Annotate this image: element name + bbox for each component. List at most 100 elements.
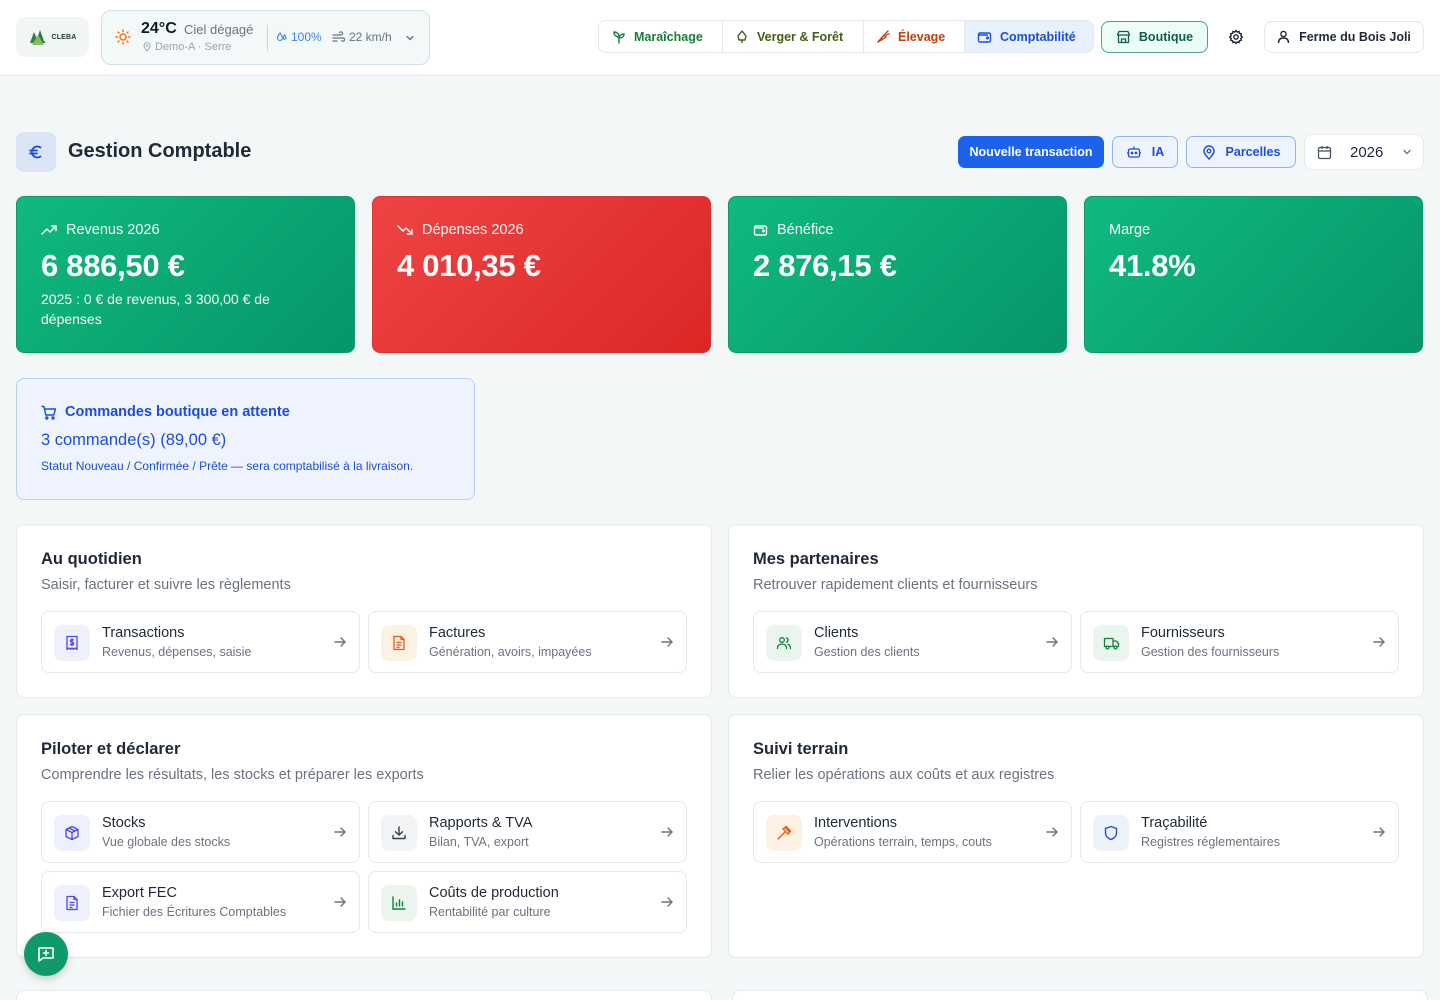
message-plus-icon — [38, 947, 54, 962]
weather-description: Ciel dégagé — [184, 22, 254, 37]
tile-rapports-tva[interactable]: Rapports & TVA Bilan, TVA, export — [368, 801, 687, 863]
file-text-icon — [54, 885, 90, 921]
section-subtitle: Relier les opérations aux coûts et aux r… — [753, 767, 1055, 783]
tile-interventions[interactable]: Interventions Opérations terrain, temps,… — [753, 801, 1072, 863]
nav-item-verger[interactable]: Verger & Forêt — [723, 21, 864, 52]
ia-button[interactable]: IA — [1112, 136, 1178, 168]
truck-icon — [1093, 625, 1129, 661]
boutique-label: Boutique — [1138, 30, 1194, 44]
leaf-logo-icon — [30, 30, 47, 45]
tile-fournisseurs[interactable]: Fournisseurs Gestion des fournisseurs — [1080, 611, 1399, 673]
tile-subtitle: Gestion des fournisseurs — [1141, 645, 1280, 659]
nav-item-maraichage[interactable]: Maraîchage — [599, 21, 723, 52]
section-title: Au quotidien — [41, 550, 142, 568]
trending-down-icon — [397, 225, 413, 235]
user-icon — [1277, 30, 1290, 44]
section-title: Mes partenaires — [753, 550, 879, 568]
section-next-left — [16, 990, 712, 1000]
wallet-icon — [977, 31, 992, 43]
tile-title: Clients — [814, 625, 859, 641]
farm-selector[interactable]: Ferme du Bois Joli — [1264, 21, 1424, 53]
receipt-icon — [54, 625, 90, 661]
tile-export-fec[interactable]: Export FEC Fichier des Écritures Comptab… — [41, 871, 360, 933]
nav-item-elevage[interactable]: Élevage — [864, 21, 965, 52]
settings-button[interactable] — [1224, 25, 1248, 49]
arrow-right-icon — [660, 825, 674, 844]
new-transaction-button[interactable]: Nouvelle transaction — [958, 136, 1104, 168]
wind-value: 22 km/h — [349, 30, 392, 44]
tile-factures[interactable]: Factures Génération, avoirs, impayées — [368, 611, 687, 673]
tile-subtitle: Génération, avoirs, impayées — [429, 645, 592, 659]
users-icon — [766, 625, 802, 661]
chevron-down-icon — [1403, 149, 1412, 155]
tile-title: Transactions — [102, 625, 185, 641]
shield-icon — [1093, 815, 1129, 851]
carrot-icon — [877, 29, 890, 43]
wind: 22 km/h — [332, 30, 392, 44]
feedback-button[interactable] — [24, 932, 68, 976]
tile-title: Coûts de production — [429, 885, 559, 901]
tile-couts-production[interactable]: Coûts de production Rentabilité par cult… — [368, 871, 687, 933]
file-text-icon — [381, 625, 417, 661]
shopping-cart-icon — [41, 405, 57, 420]
kpi-subtitle: 2025 : 0 € de revenus, 3 300,00 € de dép… — [41, 291, 270, 327]
arrow-right-icon — [333, 635, 347, 654]
section-title: Piloter et déclarer — [41, 740, 181, 758]
app-logo[interactable]: CLEBA — [16, 17, 89, 57]
temperature: 24°C — [141, 20, 177, 37]
humidity-value: 100% — [291, 30, 322, 44]
kpi-label-text: Marge — [1109, 222, 1151, 238]
sprout-icon — [613, 30, 625, 44]
tile-subtitle: Revenus, dépenses, saisie — [102, 645, 252, 659]
map-pin-icon — [1202, 144, 1215, 160]
section-next-right — [732, 990, 1428, 1000]
tile-title: Interventions — [814, 815, 898, 831]
tile-subtitle: Opérations terrain, temps, couts — [814, 835, 992, 849]
boutique-button[interactable]: Boutique — [1101, 21, 1208, 53]
tree-icon — [737, 29, 747, 43]
nav-item-comptabilite[interactable]: Comptabilité — [965, 21, 1093, 52]
tile-title: Rapports & TVA — [429, 815, 533, 831]
kpi-value: 6 886,50 € — [41, 248, 185, 283]
pending-orders-note: Statut Nouveau / Confirmée / Prête — ser… — [41, 459, 414, 473]
section-subtitle: Retrouver rapidement clients et fourniss… — [753, 577, 1038, 593]
tile-transactions[interactable]: Transactions Revenus, dépenses, saisie — [41, 611, 360, 673]
weather-location: Demo-A · Serre — [142, 41, 231, 53]
kpi-marge: Marge 41.8% — [1084, 196, 1423, 353]
tile-title: Fournisseurs — [1141, 625, 1225, 641]
pending-orders-panel: Commandes boutique en attente 3 commande… — [16, 378, 475, 500]
bar-chart-icon — [381, 885, 417, 921]
tile-clients[interactable]: Clients Gestion des clients — [753, 611, 1072, 673]
download-icon — [381, 815, 417, 851]
arrow-right-icon — [1372, 825, 1386, 844]
kpi-revenus: Revenus 2026 6 886,50 € 2025 : 0 € de re… — [16, 196, 355, 353]
sun-icon — [115, 29, 131, 50]
farm-name: Ferme du Bois Joli — [1299, 30, 1411, 44]
pending-orders-header: Commandes boutique en attente — [41, 404, 450, 420]
pending-orders-value: 3 commande(s) (89,00 €) — [41, 431, 227, 449]
page-title: Gestion Comptable — [68, 140, 252, 162]
arrow-right-icon — [660, 895, 674, 914]
arrow-right-icon — [333, 825, 347, 844]
bot-icon — [1126, 146, 1141, 158]
parcelles-button[interactable]: Parcelles — [1186, 136, 1296, 168]
tile-stocks[interactable]: Stocks Vue globale des stocks — [41, 801, 360, 863]
section-subtitle: Saisir, facturer et suivre les règlement… — [41, 577, 291, 593]
nav-label: Comptabilité — [1000, 29, 1076, 44]
euro-icon — [16, 132, 56, 172]
kpi-depenses: Dépenses 2026 4 010,35 € — [372, 196, 711, 353]
year-select[interactable]: 2026 — [1304, 134, 1424, 170]
parcelles-label: Parcelles — [1225, 145, 1281, 159]
nav-label: Verger & Forêt — [757, 29, 844, 44]
chevron-down-icon[interactable] — [404, 31, 416, 49]
tile-title: Stocks — [102, 815, 146, 831]
kpi-label-text: Revenus 2026 — [66, 222, 160, 238]
kpi-label: Marge — [1109, 222, 1398, 238]
tile-subtitle: Rentabilité par culture — [429, 905, 551, 919]
tile-subtitle: Vue globale des stocks — [102, 835, 231, 849]
tile-tracabilite[interactable]: Traçabilité Registres réglementaires — [1080, 801, 1399, 863]
weather-widget[interactable]: 24°C Ciel dégagé Demo-A · Serre 100% 22 … — [101, 10, 430, 65]
arrow-right-icon — [660, 635, 674, 654]
wallet-icon — [753, 225, 768, 236]
trending-up-icon — [41, 225, 57, 235]
